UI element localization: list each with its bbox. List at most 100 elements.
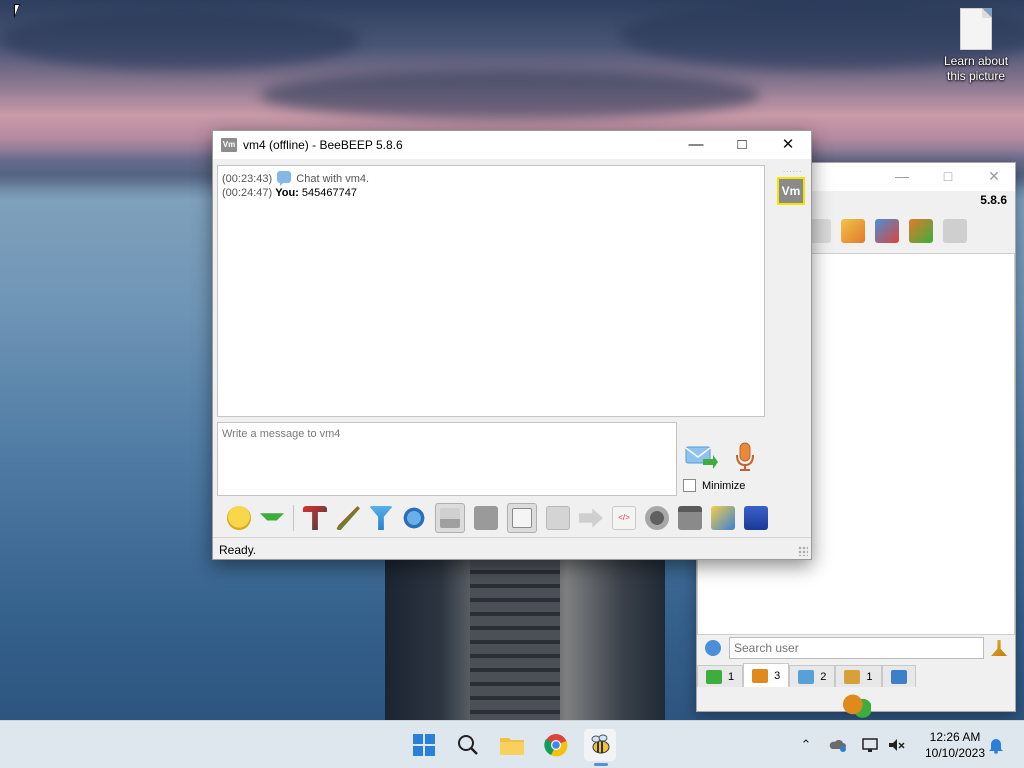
chat-toolbar: </> — [217, 501, 807, 535]
spellcheck-button[interactable] — [435, 503, 465, 533]
message-time: (00:23:43) — [222, 173, 273, 185]
message-input-placeholder: Write a message to vm4 — [222, 428, 341, 440]
mouse-cursor-icon — [14, 4, 26, 18]
chrome-icon — [544, 734, 568, 757]
chevron-up-icon[interactable]: ⌃ — [796, 735, 816, 755]
message-text: 545467747 — [301, 187, 357, 199]
version-label: 5.8.6 — [980, 193, 1007, 207]
search-icon — [458, 735, 478, 755]
emoticon-icon[interactable] — [227, 506, 251, 530]
microphone-icon — [736, 442, 754, 471]
maximize-icon[interactable]: □ — [937, 168, 959, 186]
tab-network[interactable]: 1 — [835, 665, 882, 687]
save-icon[interactable] — [744, 506, 768, 530]
html-code-icon[interactable]: </> — [612, 506, 636, 530]
onedrive-icon[interactable] — [828, 735, 848, 755]
maximize-button[interactable]: □ — [719, 131, 765, 159]
active-app-indicator — [594, 763, 608, 766]
toolbar-separator — [293, 505, 294, 531]
tools-icon[interactable] — [875, 219, 899, 243]
screenshot-icon[interactable] — [678, 506, 702, 530]
minimize-icon[interactable]: — — [891, 168, 913, 186]
window-title: vm4 (offline) - BeeBEEP 5.8.6 — [243, 138, 403, 152]
chat-history[interactable]: (00:23:43) Chat with vm4. (00:24:47) You… — [217, 165, 765, 417]
clock-time: 12:26 AM — [929, 730, 981, 744]
tab-groups[interactable]: 2 — [789, 665, 836, 687]
update-icon[interactable] — [909, 219, 933, 243]
spellcheck-icon — [440, 508, 460, 528]
volume-muted-icon[interactable] — [886, 735, 906, 755]
trash-icon[interactable] — [943, 219, 967, 243]
minimize-label: Minimize — [702, 479, 746, 492]
beebeep-taskbar-button[interactable] — [584, 729, 616, 761]
dropdown-arrow-icon[interactable] — [260, 513, 284, 526]
tab-share[interactable] — [881, 665, 916, 687]
message-input[interactable]: Write a message to vm4 — [217, 422, 677, 496]
chat-tab-icon — [706, 669, 722, 684]
minimize-button[interactable]: — — [673, 131, 719, 159]
pencil-icon[interactable] — [841, 219, 865, 243]
network-tab-icon — [844, 669, 861, 684]
record-icon[interactable] — [645, 506, 669, 530]
send-file-icon[interactable] — [546, 506, 570, 530]
tab-users[interactable]: 3 — [743, 663, 790, 687]
desktop-wallpaper-cloud — [260, 70, 760, 120]
broom-clear-icon[interactable] — [991, 640, 1007, 656]
search-button[interactable] — [452, 729, 484, 761]
app-title-icon: Vm — [221, 138, 237, 152]
gear-icon[interactable] — [705, 640, 721, 656]
tab-chats[interactable]: 1 — [697, 665, 744, 687]
notification-bell-icon[interactable] — [986, 735, 1006, 755]
color-picker-icon[interactable] — [336, 506, 360, 530]
network-icon[interactable] — [860, 735, 880, 755]
close-button[interactable]: ✕ — [765, 131, 811, 159]
app-version: 5.8.6 — [980, 193, 1007, 207]
minimize-checkbox-row[interactable]: Minimize — [683, 479, 745, 492]
search-row — [697, 635, 1015, 663]
chat-message: (00:23:43) Chat with vm4. — [222, 171, 760, 186]
tab-count: 1 — [728, 670, 735, 683]
filter-icon[interactable] — [369, 506, 393, 530]
close-icon[interactable]: ✕ — [983, 168, 1005, 186]
desktop-icon-learn-about-picture[interactable]: Learn about this picture — [940, 8, 1012, 84]
desktop-wallpaper-pier-steps — [470, 560, 560, 720]
settings-gear-icon[interactable] — [402, 506, 426, 530]
avatar[interactable]: Vm — [777, 177, 805, 205]
edit-note-icon[interactable] — [711, 506, 735, 530]
resize-grip-icon[interactable] — [798, 546, 808, 556]
share-screen-icon[interactable] — [579, 508, 603, 528]
chat-bubble-icon — [277, 171, 292, 186]
font-icon[interactable] — [303, 506, 327, 530]
minimize-checkbox[interactable] — [683, 479, 696, 492]
file-explorer-button[interactable] — [496, 729, 528, 761]
search-user-input[interactable] — [729, 637, 984, 659]
send-button[interactable] — [685, 443, 719, 471]
taskbar: ⌃ 12:26 AM 10/10/2023 — [0, 720, 1024, 768]
start-button[interactable] — [408, 729, 440, 761]
chrome-button[interactable] — [540, 729, 572, 761]
message-time: (00:24:47) — [222, 187, 273, 199]
member-panel: ...... Vm — [771, 161, 811, 501]
system-clock[interactable]: 12:26 AM 10/10/2023 — [915, 729, 995, 761]
dictionary-icon[interactable] — [474, 506, 498, 530]
message-sender: You: — [275, 187, 299, 199]
tab-count: 2 — [820, 670, 827, 683]
tab-count: 1 — [866, 670, 873, 683]
status-text: Ready. — [219, 543, 257, 557]
desktop-icon-label: Learn about this picture — [943, 54, 1009, 83]
clock-date: 10/10/2023 — [924, 746, 986, 760]
users-tab-icon — [752, 668, 769, 683]
bee-icon — [591, 734, 610, 754]
folder-icon — [500, 738, 524, 755]
chat-window[interactable]: Vm vm4 (offline) - BeeBEEP 5.8.6 — □ ✕ (… — [212, 130, 812, 560]
chat-window-titlebar[interactable]: Vm vm4 (offline) - BeeBEEP 5.8.6 — □ ✕ — [213, 131, 811, 159]
music-note-icon — [512, 508, 532, 528]
status-bar: Ready. — [213, 537, 811, 559]
sound-toggle-button[interactable] — [507, 503, 537, 533]
panel-grip[interactable]: ...... — [783, 165, 802, 174]
send-icon — [685, 446, 718, 469]
chat-message: (00:24:47) You: 545467747 — [222, 186, 760, 200]
desktop-wallpaper-cloud — [0, 10, 360, 70]
people-icon — [843, 694, 871, 720]
voice-message-button[interactable] — [733, 441, 757, 473]
